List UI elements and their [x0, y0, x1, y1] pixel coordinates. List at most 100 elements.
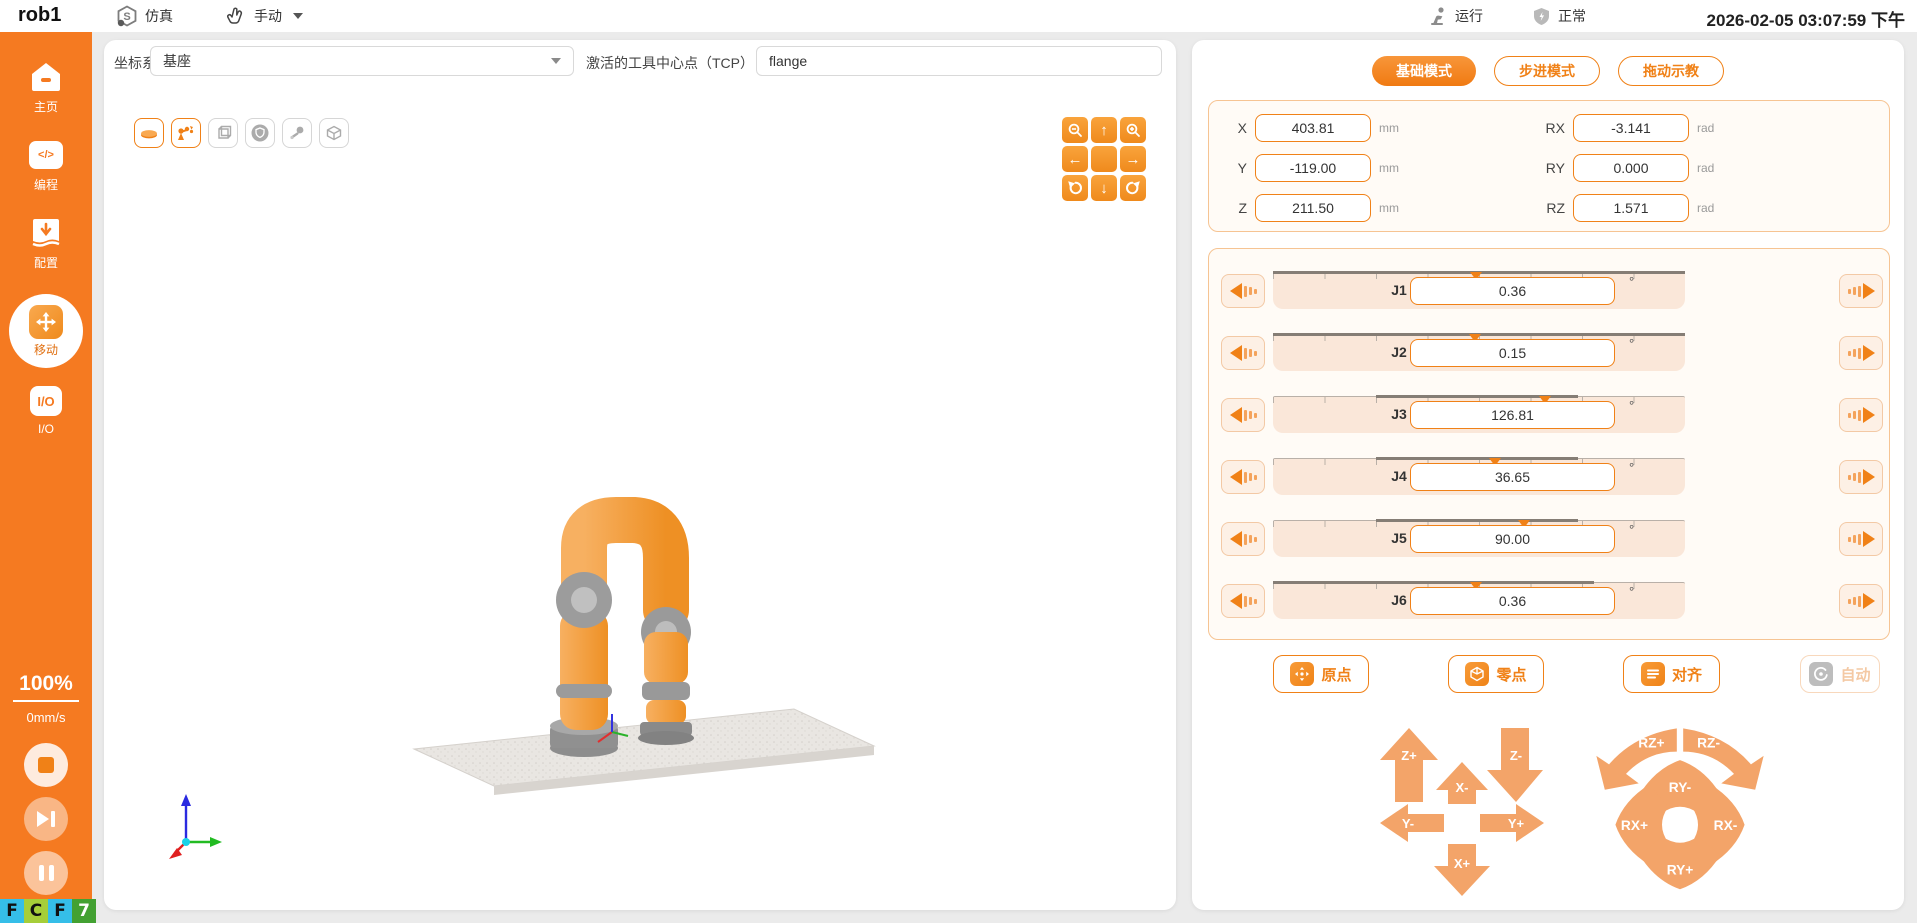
pause-button[interactable] — [24, 851, 68, 895]
joint-slider[interactable]: J5 ° — [1273, 519, 1685, 557]
joint-range-segment — [1376, 519, 1578, 522]
move-icon — [29, 304, 63, 339]
jog-right-icon — [1847, 531, 1875, 547]
show-robot-button[interactable] — [171, 118, 201, 148]
joint-range-segment — [1376, 457, 1578, 460]
pose-input-y[interactable] — [1255, 154, 1371, 182]
joint-value-input[interactable] — [1410, 525, 1615, 553]
tab-basic-mode[interactable]: 基础模式 — [1372, 56, 1476, 86]
pose-label-y: Y — [1237, 160, 1247, 176]
center-view-button[interactable] — [1091, 146, 1117, 172]
pose-unit: mm — [1379, 161, 1399, 175]
show-cube-button[interactable] — [208, 118, 238, 148]
zoom-in-button[interactable] — [1120, 117, 1146, 143]
pin-icon — [290, 126, 304, 140]
joint-value-input[interactable] — [1410, 401, 1615, 429]
pan-up-button[interactable]: ↑ — [1091, 117, 1117, 143]
stop-button[interactable] — [24, 743, 68, 787]
joint-jog-minus-button[interactable] — [1221, 274, 1265, 308]
joint-jog-plus-button[interactable] — [1839, 522, 1883, 556]
pose-unit: rad — [1697, 161, 1715, 175]
rotate-left-button[interactable] — [1062, 175, 1088, 201]
badge-letter: F — [48, 899, 72, 923]
badge-letter: F — [0, 899, 24, 923]
joint-jog-plus-button[interactable] — [1839, 584, 1883, 618]
pan-left-button[interactable]: ← — [1062, 146, 1088, 172]
jog-left-icon — [1229, 531, 1257, 547]
joint-value-input[interactable] — [1410, 587, 1615, 615]
zoom-out-button[interactable] — [1062, 117, 1088, 143]
coord-system-select[interactable]: 基座 — [150, 46, 574, 76]
pan-right-button[interactable]: → — [1120, 146, 1146, 172]
svg-text:RX+: RX+ — [1621, 818, 1648, 833]
sidebar-item-move[interactable]: 移动 — [9, 294, 83, 368]
tab-step-mode[interactable]: 步进模式 — [1494, 56, 1600, 86]
show-box-button[interactable] — [319, 118, 349, 148]
arrow-down-icon: ↓ — [1100, 179, 1108, 197]
coord-system-value: 基座 — [163, 53, 191, 69]
viewport-toolbar — [134, 118, 349, 148]
caret-down-icon — [551, 58, 561, 64]
joint-jog-minus-button[interactable] — [1221, 522, 1265, 556]
robot-arm-icon — [178, 126, 194, 140]
jog-z-plus-button[interactable] — [1380, 728, 1438, 802]
robot-3d-scene[interactable] — [394, 460, 894, 800]
jog-left-icon — [1229, 283, 1257, 299]
origin-button[interactable]: 原点 — [1273, 655, 1369, 693]
auto-button[interactable]: 自动 — [1800, 655, 1880, 693]
sidebar-item-home[interactable]: 主页 — [0, 60, 92, 115]
joint-value-input[interactable] — [1410, 463, 1615, 491]
sidebar-item-program[interactable]: </> 编程 — [0, 138, 92, 193]
tcp-input[interactable] — [756, 46, 1162, 76]
run-status: 运行 — [1428, 0, 1483, 32]
show-floor-button[interactable] — [134, 118, 164, 148]
joint-value-input[interactable] — [1410, 277, 1615, 305]
joint-jog-plus-button[interactable] — [1839, 274, 1883, 308]
arrow-left-icon: ← — [1067, 150, 1083, 168]
speed-percentage[interactable]: 100% — [13, 672, 79, 702]
jog-z-minus-button[interactable] — [1487, 728, 1543, 802]
rotate-right-button[interactable] — [1120, 175, 1146, 201]
jog-right-icon — [1847, 593, 1875, 609]
jog-left-icon — [1229, 407, 1257, 423]
step-forward-button[interactable] — [24, 797, 68, 841]
joint-jog-plus-button[interactable] — [1839, 460, 1883, 494]
mode-dropdown[interactable]: 手动 — [226, 0, 303, 32]
joint-slider[interactable]: J4 ° — [1273, 457, 1685, 495]
joint-slider[interactable]: J1 ° — [1273, 271, 1685, 309]
health-status: 正常 — [1532, 0, 1586, 32]
sidebar-item-config[interactable]: 配置 — [0, 216, 92, 271]
joint-jog-minus-button[interactable] — [1221, 398, 1265, 432]
joint-slider[interactable]: J6 ° — [1273, 581, 1685, 619]
pose-input-x[interactable] — [1255, 114, 1371, 142]
pose-input-rx[interactable] — [1573, 114, 1689, 142]
view-nav-pad: ↑ ← → ↓ — [1062, 117, 1146, 201]
viewport-panel: 坐标系 基座 激活的工具中心点（TCP） flange ↑ ← → ↓ — [104, 40, 1176, 910]
safety-zone-button[interactable] — [245, 118, 275, 148]
run-label: 运行 — [1455, 8, 1483, 24]
joint-value-input[interactable] — [1410, 339, 1615, 367]
origin-label: 原点 — [1321, 666, 1352, 684]
pose-input-rz[interactable] — [1573, 194, 1689, 222]
joint-slider[interactable]: J2 ° — [1273, 333, 1685, 371]
pose-input-ry[interactable] — [1573, 154, 1689, 182]
joints-panel: J1 ° — [1208, 248, 1890, 640]
joint-unit: ° — [1629, 336, 1635, 351]
simulation-toggle[interactable]: S 仿真 — [116, 0, 173, 32]
tool-pin-button[interactable] — [282, 118, 312, 148]
joint-jog-minus-button[interactable] — [1221, 584, 1265, 618]
joint-jog-plus-button[interactable] — [1839, 398, 1883, 432]
pan-down-button[interactable]: ↓ — [1091, 175, 1117, 201]
joint-jog-plus-button[interactable] — [1839, 336, 1883, 370]
joint-slider[interactable]: J3 ° — [1273, 395, 1685, 433]
tab-drag-teach[interactable]: 拖动示教 — [1618, 56, 1724, 86]
zero-button[interactable]: 零点 — [1448, 655, 1544, 693]
pose-input-z[interactable] — [1255, 194, 1371, 222]
simulation-hexagon-icon: S — [117, 5, 137, 27]
joint-jog-minus-button[interactable] — [1221, 336, 1265, 370]
joint-jog-minus-button[interactable] — [1221, 460, 1265, 494]
sidebar-item-io[interactable]: I/O I/O — [0, 384, 92, 436]
linear-jog-pad: Z+ Z- X- Y- Y+ X+ — [1380, 728, 1544, 896]
align-button[interactable]: 对齐 — [1623, 655, 1720, 693]
sidebar-item-label: 配置 — [33, 256, 58, 270]
